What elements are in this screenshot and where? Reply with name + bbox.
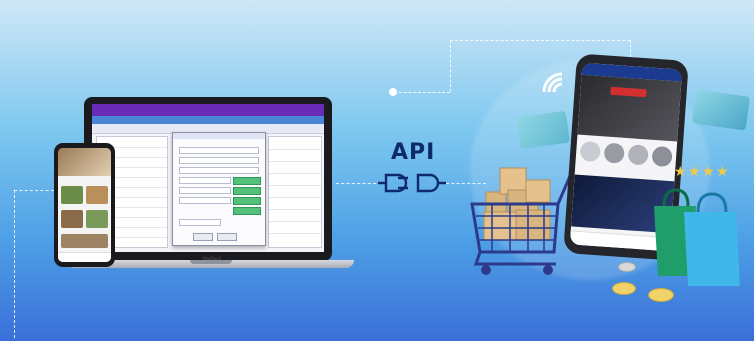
desktop-app-window (92, 104, 324, 252)
connection-node (389, 88, 397, 96)
store-product-4[interactable] (651, 145, 673, 168)
store-product-1[interactable] (579, 140, 601, 163)
dashed-line-left-vertical (14, 190, 15, 338)
product-tile-1[interactable] (61, 186, 83, 204)
plug-icon (378, 173, 408, 193)
product-tile-4[interactable] (86, 210, 108, 228)
phone-left-bottom-nav (58, 252, 111, 262)
coin-2 (612, 282, 636, 295)
credit-card-right (691, 89, 751, 131)
dialog-ok-button[interactable] (193, 233, 213, 241)
star-icon-1: ★ (674, 164, 687, 180)
star-icon-2: ★ (688, 164, 701, 180)
app-menubar (92, 116, 324, 124)
coin-1 (618, 262, 636, 272)
phone-left (54, 143, 115, 267)
api-label: API (391, 140, 436, 165)
product-tile-2[interactable] (86, 186, 108, 204)
side-panel-right (268, 136, 322, 248)
dialog-green-button-3[interactable] (233, 197, 261, 205)
app-titlebar (92, 104, 324, 116)
dashed-line-to-api (336, 183, 376, 184)
shopping-bag-blue (684, 192, 740, 286)
wifi-icon (542, 72, 563, 93)
phone-left-screen (58, 148, 111, 262)
dashed-line-upper (394, 92, 450, 93)
store-hero-banner[interactable] (577, 74, 682, 142)
star-icon-4: ★ (716, 164, 729, 180)
product-tile-5[interactable] (61, 234, 108, 248)
dialog-green-button-4[interactable] (233, 207, 261, 215)
settings-dialog (172, 132, 266, 246)
product-tile-3[interactable] (61, 210, 83, 228)
laptop-screen (84, 97, 332, 261)
dashed-line-upper-vertical (450, 40, 451, 92)
dashed-line-top (450, 40, 630, 41)
phone-left-hero-image (58, 148, 111, 176)
store-product-2[interactable] (603, 142, 625, 164)
laptop-brand: MacBook (203, 256, 222, 261)
dialog-green-button-1[interactable] (233, 177, 261, 185)
store-product-3[interactable] (627, 144, 649, 166)
coin-3 (648, 288, 674, 302)
dialog-green-button-2[interactable] (233, 187, 261, 195)
socket-icon (416, 173, 446, 193)
api-integration-banner: API MacBook ★ ★ ★ ★ (0, 0, 754, 341)
dialog-cancel-button[interactable] (217, 233, 237, 241)
dashed-line-left-horizontal (14, 190, 54, 191)
star-icon-3: ★ (702, 164, 715, 180)
